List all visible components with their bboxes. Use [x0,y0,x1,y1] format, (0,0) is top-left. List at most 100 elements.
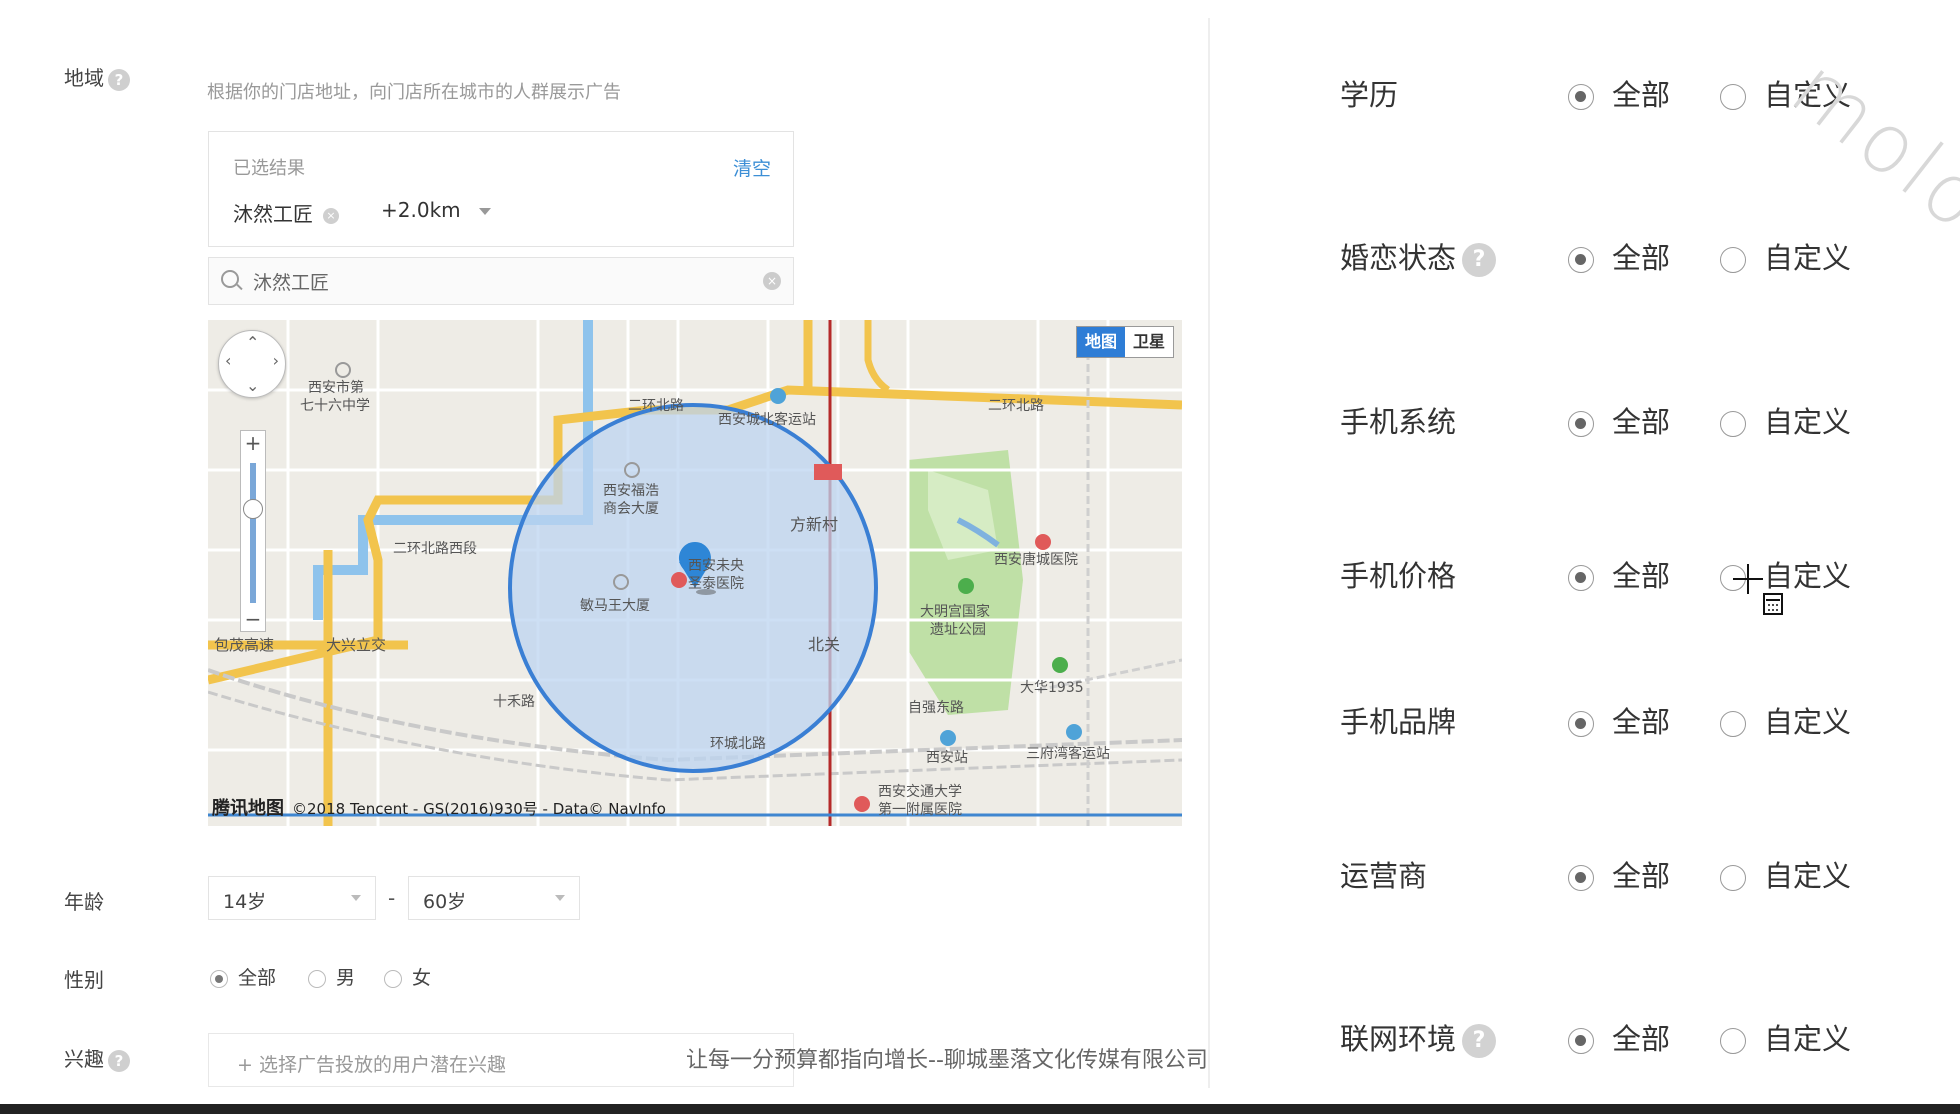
map-copyright: 腾讯地图 ©2018 Tencent - GS(2016)930号 - Data©… [212,794,666,820]
targeting-row: 手机系统 全部 自定义 [1340,393,1900,443]
help-icon[interactable]: ? [108,1049,130,1072]
age-range-dash: - [388,886,396,910]
age-to-select[interactable]: 60岁 [408,876,580,920]
help-icon[interactable]: ? [108,68,130,91]
chevron-down-icon [478,208,491,215]
pan-left-icon[interactable]: ‹ [225,351,231,370]
selected-results-box: 已选结果 清空 沐然工匠 × +2.0km [208,131,794,247]
gender-option-label: 男 [336,967,356,989]
pan-right-icon[interactable]: › [273,351,279,370]
radio-icon[interactable] [384,969,402,988]
targeting-row-label: 联网环境? [1340,1016,1497,1058]
pan-down-icon[interactable]: ⌄ [246,376,259,395]
targeting-row-label: 手机系统 [1340,399,1456,441]
option-all[interactable]: 全部 [1568,1016,1670,1058]
help-icon[interactable]: ? [1462,243,1497,277]
option-custom[interactable]: 自定义 [1720,1016,1851,1058]
option-all[interactable]: 全部 [1568,399,1670,441]
map-pan-control[interactable]: ⌃ ‹ › ⌄ [218,330,286,398]
radio-icon[interactable] [1568,247,1594,273]
map-brand: 腾讯地图 [212,798,284,819]
help-icon[interactable]: ? [1462,1024,1497,1058]
radio-icon[interactable] [1568,411,1594,437]
radius-dropdown[interactable]: +2.0km [381,198,491,222]
radio-icon[interactable] [1568,84,1594,110]
search-icon [221,270,239,288]
targeting-row: 手机品牌 全部 自定义 [1340,693,1900,743]
zoom-knob[interactable] [243,499,263,519]
map-type-map[interactable]: 地图 [1076,327,1125,357]
gender-label: 性别 [64,968,104,992]
gender-option-female[interactable]: 女 [384,963,431,990]
svg-text:二环北路西段: 二环北路西段 [393,541,477,557]
chevron-down-icon [555,895,565,901]
zoom-slider[interactable]: + − [240,430,266,632]
zoom-in-icon[interactable]: + [241,431,265,455]
targeting-row: 婚恋状态? 全部 自定义 [1340,229,1900,279]
targeting-row-label: 手机品牌 [1340,699,1456,741]
remove-chip-icon[interactable]: × [323,207,339,224]
radio-icon[interactable] [1720,84,1746,110]
radio-icon[interactable] [210,969,228,988]
radio-icon[interactable] [1720,711,1746,737]
option-all[interactable]: 全部 [1568,553,1670,595]
map-type-switch: 地图 卫星 [1075,326,1174,358]
option-all[interactable]: 全部 [1568,235,1670,277]
row-label-text: 手机价格 [1340,559,1457,593]
radio-icon[interactable] [1720,865,1746,891]
gender-option-all[interactable]: 全部 [210,963,276,990]
option-custom[interactable]: 自定义 [1720,699,1851,741]
panel-divider [1208,18,1210,1088]
radio-icon[interactable] [1720,247,1746,273]
radius-value: +2.0km [381,198,461,222]
targeting-row: 联网环境? 全部 自定义 [1340,1010,1900,1060]
svg-text:大华1935: 大华1935 [1020,680,1084,696]
option-all[interactable]: 全部 [1568,72,1670,114]
svg-text:西安交通大学: 西安交通大学 [878,783,962,800]
chip-label: 沐然工匠 [233,202,313,226]
gender-option-male[interactable]: 男 [308,963,355,990]
targeting-row-label: 婚恋状态? [1340,235,1497,277]
cursor-crosshair-icon [1733,564,1783,615]
map-view[interactable]: 西安市第 七十六中学 二环北路 二环北路 西安城北客运站 西安福浩 商会大厦 方… [208,320,1182,826]
clear-search-icon[interactable]: × [763,272,781,290]
option-all[interactable]: 全部 [1568,853,1670,895]
svg-text:商会大厦: 商会大厦 [603,501,659,517]
option-all-label: 全部 [1612,559,1671,593]
radio-icon[interactable] [1720,1028,1746,1054]
selected-results-title: 已选结果 [233,158,305,179]
row-label-text: 手机品牌 [1340,705,1457,739]
radio-icon[interactable] [1568,565,1594,591]
svg-text:二环北路: 二环北路 [988,398,1044,414]
age-label: 年龄 [64,890,104,914]
svg-text:西安福浩: 西安福浩 [603,483,659,499]
clear-link[interactable]: 清空 [733,154,771,181]
svg-text:敏马王大厦: 敏马王大厦 [580,598,650,614]
zoom-out-icon[interactable]: − [241,607,265,631]
option-custom[interactable]: 自定义 [1720,399,1851,441]
option-custom-label: 自定义 [1764,859,1852,893]
gender-option-label: 女 [412,967,432,989]
radio-icon[interactable] [1568,711,1594,737]
footer-caption: 让每一分预算都指向增长--聊城墨落文化传媒有限公司 [686,1048,1208,1073]
svg-text:遗址公园: 遗址公园 [930,622,986,638]
svg-text:西安唐城医院: 西安唐城医院 [994,551,1078,568]
svg-text:西安未央: 西安未央 [688,558,744,574]
radio-icon[interactable] [1568,865,1594,891]
location-search-input[interactable] [251,266,755,296]
option-custom[interactable]: 自定义 [1720,853,1851,895]
option-custom[interactable]: 自定义 [1720,235,1851,277]
radio-icon[interactable] [308,969,326,988]
radio-icon[interactable] [1568,1028,1594,1054]
map-type-satellite[interactable]: 卫星 [1125,327,1173,357]
age-from-select[interactable]: 14岁 [208,876,376,920]
row-label-text: 联网环境 [1340,1022,1457,1056]
svg-text:圣泰医院: 圣泰医院 [688,576,744,592]
radio-icon[interactable] [1720,411,1746,437]
svg-text:大明宫国家: 大明宫国家 [920,603,990,620]
targeting-row: 运营商 全部 自定义 [1340,847,1900,897]
row-label-text: 婚恋状态 [1340,241,1457,275]
option-custom-label: 自定义 [1764,405,1852,439]
option-all[interactable]: 全部 [1568,699,1670,741]
pan-up-icon[interactable]: ⌃ [246,333,259,352]
